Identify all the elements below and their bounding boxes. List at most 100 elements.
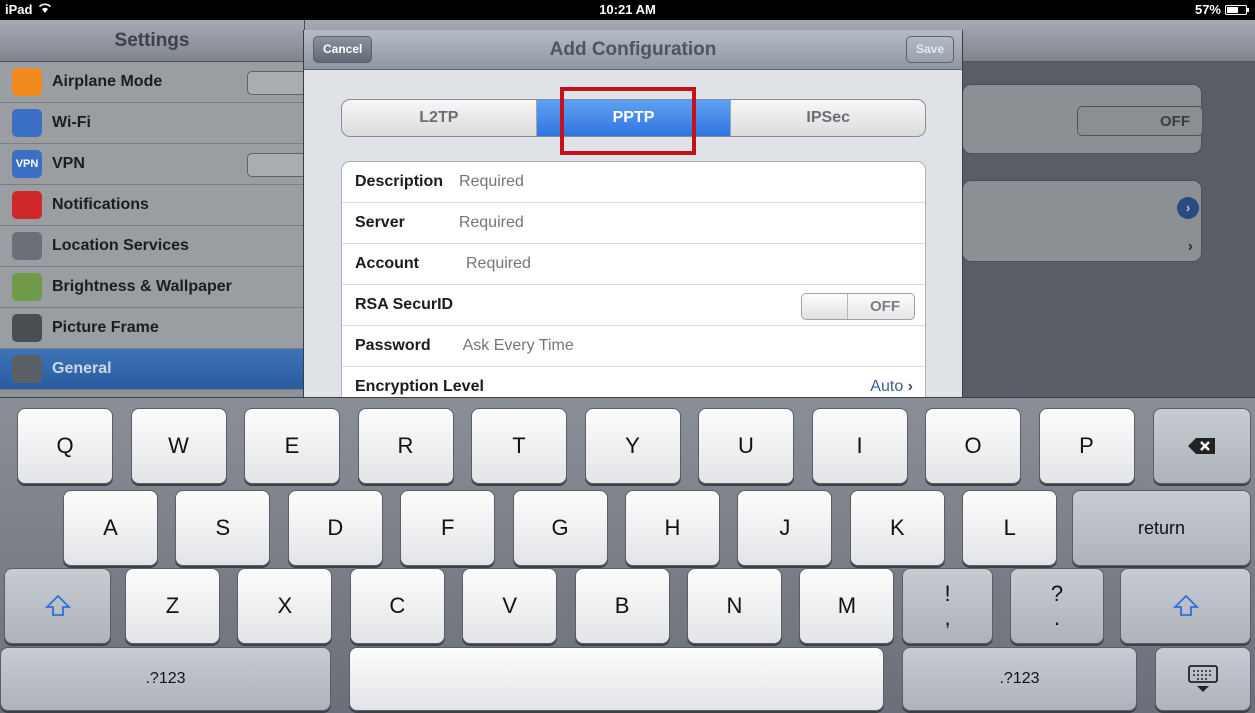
flower-icon (12, 273, 42, 301)
clock: 10:21 AM (599, 2, 656, 17)
settings-item-label: Brightness & Wallpaper (52, 278, 232, 295)
key-p[interactable]: P (1038, 408, 1135, 484)
settings-master-pane: Settings Airplane Mode Wi-Fi VPN VPN Notific… (0, 20, 307, 397)
shift-arrow-icon (1172, 594, 1199, 616)
segment-l2tp[interactable]: L2TP (342, 100, 537, 136)
segment-ipsec[interactable]: IPSec (731, 100, 925, 136)
detail-group-bottom (962, 180, 1202, 262)
location-icon (12, 232, 42, 260)
keyboard-icon (1188, 665, 1218, 692)
password-row[interactable]: Password (342, 326, 925, 367)
key-k[interactable]: K (849, 490, 945, 566)
backspace-icon (1188, 438, 1215, 454)
key-w[interactable]: W (130, 408, 227, 484)
key-f[interactable]: F (400, 490, 496, 566)
settings-item-picture-frame[interactable]: Picture Frame (0, 308, 304, 349)
chevron-right-icon: › (907, 378, 913, 395)
key-b[interactable]: B (574, 568, 670, 644)
key-n[interactable]: N (687, 568, 782, 644)
rsa-securid-row: RSA SecurID OFF (342, 285, 925, 326)
account-label: Account (355, 255, 419, 272)
modal-navbar: Cancel Add Configuration Save (304, 30, 962, 70)
vpn-icon: VPN (12, 150, 42, 178)
gear-icon (12, 355, 42, 383)
add-configuration-modal: Cancel Add Configuration Save L2TP PPTP … (303, 30, 963, 397)
account-row[interactable]: Account (342, 244, 925, 285)
key-a[interactable]: A (63, 490, 158, 566)
settings-item-notifications[interactable]: Notifications (0, 185, 304, 226)
key-d[interactable]: D (287, 490, 383, 566)
key-c[interactable]: C (349, 568, 445, 644)
settings-item-brightness-wallpaper[interactable]: Brightness & Wallpaper (0, 267, 304, 308)
encryption-level-row[interactable]: Encryption Level Auto › (342, 367, 925, 397)
settings-item-airplane-mode[interactable]: Airplane Mode (0, 62, 307, 103)
rsa-toggle-state: OFF (870, 298, 900, 315)
key-g[interactable]: G (512, 490, 608, 566)
battery-percent: 57% (1194, 2, 1221, 17)
hide-keyboard-key[interactable] (1155, 647, 1251, 711)
key-r[interactable]: R (357, 408, 454, 484)
vpn-form: Description Server Account RSA SecurID O… (341, 161, 926, 397)
settings-item-location-services[interactable]: Location Services (0, 226, 304, 267)
key-j[interactable]: J (737, 490, 833, 566)
wifi-icon (12, 109, 42, 137)
server-field[interactable] (458, 214, 819, 232)
battery-icon (1225, 4, 1249, 15)
highlight-annotation (560, 87, 696, 155)
shift-key-right[interactable] (1120, 568, 1251, 644)
key-q[interactable]: Q (17, 408, 113, 484)
settings-item-wi-fi[interactable]: Wi-Fi (0, 103, 304, 144)
key-s[interactable]: S (175, 490, 271, 566)
account-field[interactable] (466, 255, 826, 273)
status-bar: iPad 10:21 AM 57% (0, 0, 1255, 20)
numbers-key-right[interactable]: .?123 (902, 647, 1137, 711)
exclamation-comma-key[interactable]: !, (902, 568, 993, 644)
modal-title: Add Configuration (549, 39, 717, 60)
key-i[interactable]: I (811, 408, 908, 484)
save-button[interactable]: Save (905, 36, 954, 63)
description-label: Description (355, 173, 444, 190)
encryption-level-label: Encryption Level (355, 378, 484, 395)
battery-status: 57% (1194, 2, 1249, 17)
settings-item-general[interactable]: General (0, 349, 304, 390)
settings-title: Settings (0, 20, 304, 62)
key-t[interactable]: T (471, 408, 567, 484)
airplane-icon (12, 68, 42, 96)
key-z[interactable]: Z (125, 568, 220, 644)
chevron-right-icon: › (1187, 238, 1193, 255)
key-o[interactable]: O (925, 408, 1021, 484)
question-period-key[interactable]: ?. (1010, 568, 1104, 644)
key-x[interactable]: X (237, 568, 333, 644)
settings-item-label: Picture Frame (52, 319, 159, 336)
space-bar[interactable] (349, 647, 884, 711)
settings-toggle[interactable] (247, 153, 307, 177)
key-v[interactable]: V (462, 568, 558, 644)
key-m[interactable]: M (799, 568, 895, 644)
key-l[interactable]: L (962, 490, 1058, 566)
background-toggle: OFF (1077, 106, 1203, 136)
settings-list: Airplane Mode Wi-Fi VPN VPN Notifications Loc… (0, 62, 307, 390)
settings-item-label: VPN (52, 155, 85, 172)
settings-item-vpn[interactable]: VPN VPN (0, 144, 307, 185)
password-field[interactable] (462, 337, 823, 355)
description-row[interactable]: Description (342, 162, 925, 203)
description-field[interactable] (459, 173, 820, 191)
shift-key-left[interactable] (4, 568, 111, 644)
password-label: Password (355, 337, 431, 354)
rsa-securid-toggle[interactable]: OFF (801, 293, 915, 320)
onscreen-keyboard: return !, ?. .?123 .?123 QWERTYUIOP ASDFG… (0, 397, 1255, 713)
server-row[interactable]: Server (342, 203, 925, 244)
key-h[interactable]: H (625, 490, 720, 566)
picture-frame-icon (12, 314, 42, 342)
disclosure-button-icon: › (1177, 197, 1199, 219)
numbers-key-left[interactable]: .?123 (0, 647, 331, 711)
settings-item-label: Wi-Fi (52, 114, 91, 131)
key-u[interactable]: U (698, 408, 794, 484)
key-y[interactable]: Y (584, 408, 681, 484)
rsa-securid-label: RSA SecurID (355, 296, 454, 313)
backspace-key[interactable] (1153, 408, 1251, 484)
return-key[interactable]: return (1072, 490, 1251, 566)
settings-toggle[interactable] (247, 71, 307, 95)
shift-arrow-icon (44, 594, 71, 616)
key-e[interactable]: E (244, 408, 340, 484)
